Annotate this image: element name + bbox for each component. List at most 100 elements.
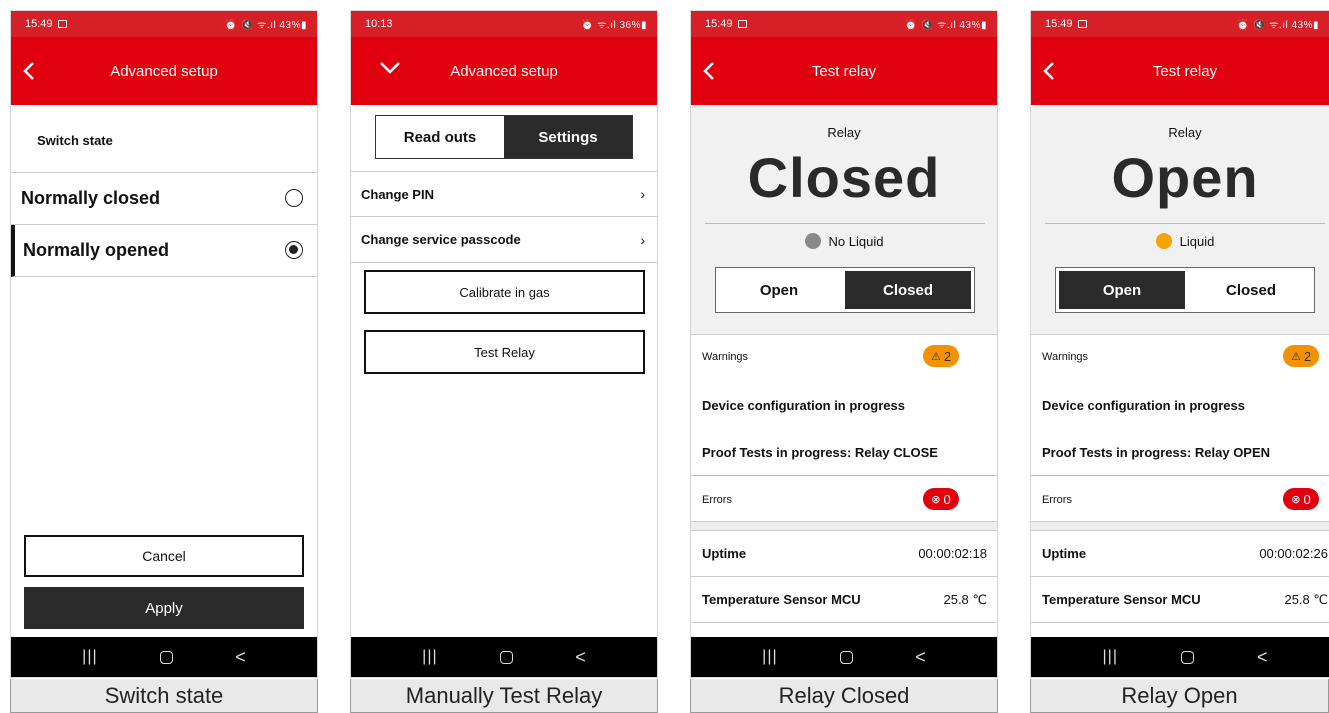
errors-label: Errors (1042, 494, 1072, 506)
warnings-badge[interactable]: ⚠ 2 (1283, 345, 1319, 367)
status-icons: ⏰ 🔇 ᯤ.ıl 43%▮ (224, 20, 307, 31)
phone-screen-relay-open: 15:49 ⏰ 🔇 ᯤ.ıl 43%▮ Test relay Relay Ope… (1030, 10, 1329, 678)
uptime-value: 00:00:02:26 (1259, 546, 1328, 561)
warnings-badge[interactable]: ⚠ 2 (923, 345, 959, 367)
status-time: 10:13 (365, 18, 393, 30)
phone-screen-settings: 10:13 ⏰ ᯤ.ıl 36%▮ Advanced setup Read ou… (350, 10, 658, 678)
temperature-value: 25.8 ℃ (943, 591, 987, 607)
status-bar: 10:13 ⏰ ᯤ.ıl 36%▮ (351, 11, 657, 37)
status-time: 15:49 (25, 18, 53, 30)
cancel-button[interactable]: Cancel (24, 535, 304, 577)
change-pin-row[interactable]: Change PIN › (351, 171, 657, 217)
home-icon[interactable] (839, 650, 853, 664)
relay-label: Relay (827, 125, 861, 140)
caption-switch-state: Switch state (10, 679, 318, 713)
status-bar: 15:49 ⏰ 🔇 ᯤ.ıl 43%▮ (691, 11, 997, 37)
back-arrow-icon[interactable] (1043, 61, 1055, 81)
temperature-value: 25.8 ℃ (1284, 591, 1328, 607)
open-option[interactable]: Open (1059, 271, 1185, 309)
temperature-row: Temperature Sensor MCU 25.8 ℃ (691, 577, 997, 623)
status-icons: ⏰ 🔇 ᯤ.ıl 43%▮ (1236, 20, 1319, 31)
radio-checked-icon[interactable] (285, 241, 303, 259)
warning-message: Device configuration in progress (702, 398, 905, 413)
caption-relay-closed: Relay Closed (690, 679, 998, 713)
divider (1031, 475, 1329, 476)
status-icons: ⏰ 🔇 ᯤ.ıl 43%▮ (904, 20, 987, 31)
recent-apps-icon[interactable]: ||| (422, 648, 437, 666)
tab-read-outs[interactable]: Read outs (376, 116, 504, 158)
change-passcode-row[interactable]: Change service passcode › (351, 217, 657, 263)
app-header: Advanced setup (11, 37, 317, 105)
warning-triangle-icon: ⚠ (1290, 350, 1301, 363)
divider (691, 475, 997, 476)
relay-toggle: Open Closed (1055, 267, 1315, 313)
errors-badge[interactable]: ⊗ 0 (923, 488, 959, 510)
tab-switch: Read outs Settings (375, 115, 633, 159)
chevron-down-icon[interactable] (379, 61, 401, 75)
option-normally-closed[interactable]: Normally closed (11, 173, 317, 225)
section-title: Switch state (11, 105, 317, 173)
phone-screen-switch-state: 15:49 ⏰ 🔇 ᯤ.ıl 43%▮ Advanced setup Switc… (10, 10, 318, 678)
caption-test-relay: Manually Test Relay (350, 679, 658, 713)
liquid-indicator: Liquid (1031, 233, 1329, 249)
closed-option[interactable]: Closed (1188, 268, 1314, 312)
relay-status-card: Relay Open Liquid Open Closed (1031, 105, 1329, 335)
status-time: 15:49 (705, 18, 733, 30)
warnings-count: 2 (1303, 348, 1312, 364)
android-nav-bar: ||| < (351, 637, 657, 677)
recent-apps-icon[interactable]: ||| (82, 648, 97, 666)
page-title: Advanced setup (110, 62, 218, 80)
test-relay-button[interactable]: Test Relay (364, 330, 645, 374)
row-label: Change PIN (361, 186, 434, 202)
app-header: Test relay (691, 37, 997, 105)
phone-screen-relay-closed: 15:49 ⏰ 🔇 ᯤ.ıl 43%▮ Test relay Relay Clo… (690, 10, 998, 678)
calibrate-in-gas-button[interactable]: Calibrate in gas (364, 270, 645, 314)
chevron-right-icon: › (640, 231, 645, 248)
open-option[interactable]: Open (716, 268, 842, 312)
temperature-label: Temperature Sensor MCU (702, 592, 861, 607)
image-icon (57, 20, 67, 28)
error-circle-icon: ⊗ (1291, 493, 1301, 506)
liquid-label: Liquid (1179, 233, 1215, 249)
liquid-label: No Liquid (828, 233, 884, 249)
back-nav-icon[interactable]: < (235, 647, 246, 668)
chevron-right-icon: › (640, 186, 645, 202)
home-icon[interactable] (499, 650, 513, 664)
option-normally-opened[interactable]: Normally opened (11, 225, 317, 277)
recent-apps-icon[interactable]: ||| (1103, 648, 1118, 666)
back-arrow-icon[interactable] (703, 61, 715, 81)
home-icon[interactable] (159, 650, 173, 664)
back-nav-icon[interactable]: < (915, 647, 926, 668)
errors-count: 0 (1303, 491, 1311, 507)
back-nav-icon[interactable]: < (1257, 647, 1268, 668)
section-gap (1031, 521, 1329, 531)
back-arrow-icon[interactable] (23, 61, 35, 81)
warning-message: Proof Tests in progress: Relay CLOSE (702, 445, 938, 460)
warnings-label: Warnings (1042, 351, 1089, 363)
divider (1045, 223, 1325, 224)
back-nav-icon[interactable]: < (575, 647, 586, 668)
app-header: Test relay (1031, 37, 1329, 105)
liquid-status-dot-icon (804, 233, 821, 249)
apply-button[interactable]: Apply (24, 587, 304, 629)
error-circle-icon: ⊗ (931, 493, 941, 506)
radio-unchecked-icon[interactable] (285, 189, 303, 207)
status-bar: 15:49 ⏰ 🔇 ᯤ.ıl 43%▮ (1031, 11, 1329, 37)
android-nav-bar: ||| < (11, 637, 317, 677)
android-nav-bar: ||| < (1031, 637, 1329, 677)
home-icon[interactable] (1180, 650, 1194, 664)
image-icon (737, 20, 747, 28)
recent-apps-icon[interactable]: ||| (762, 648, 777, 666)
page-title: Test relay (811, 62, 877, 80)
warning-message: Proof Tests in progress: Relay OPEN (1042, 445, 1271, 460)
page-title: Advanced setup (450, 62, 558, 80)
tab-settings[interactable]: Settings (504, 116, 632, 158)
caption-relay-open: Relay Open (1030, 679, 1329, 713)
row-label: Change service passcode (361, 232, 521, 247)
errors-badge[interactable]: ⊗ 0 (1283, 488, 1319, 510)
relay-state: Open (1111, 146, 1259, 209)
temperature-row: Temperature Sensor MCU 25.8 ℃ (1031, 577, 1329, 623)
closed-option[interactable]: Closed (845, 271, 971, 309)
warning-message: Device configuration in progress (1042, 398, 1245, 413)
temperature-label: Temperature Sensor MCU (1042, 592, 1201, 607)
